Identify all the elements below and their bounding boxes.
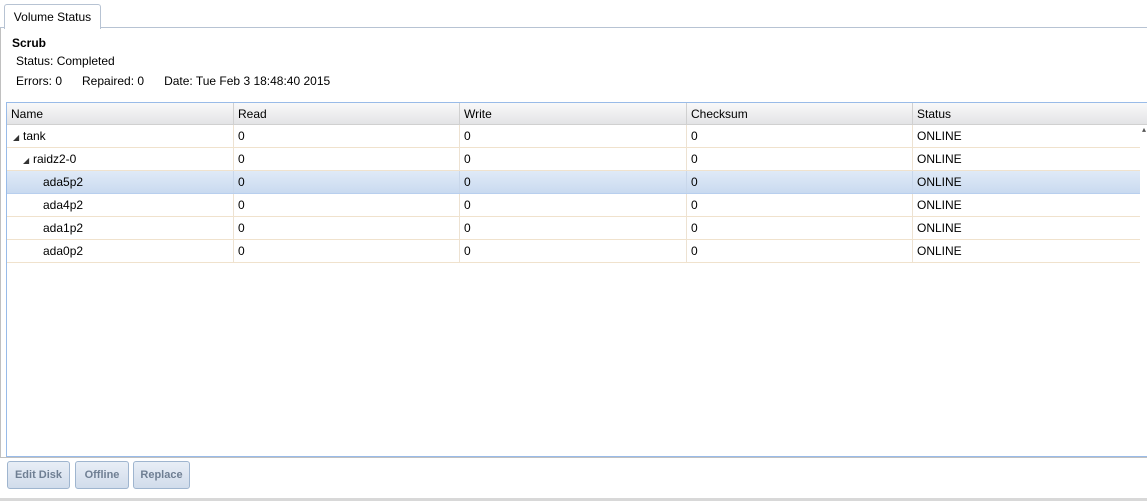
grid-header: Name Read Write Checksum Status <box>7 103 1147 125</box>
cell-name: ada1p2 <box>7 217 234 239</box>
tree-node-label: raidz2-0 <box>33 152 77 166</box>
cell-read: 0 <box>234 240 460 262</box>
cell-status: ONLINE <box>917 221 962 235</box>
cell-name: ada4p2 <box>7 194 234 216</box>
tree-node-label: ada4p2 <box>43 198 84 212</box>
tree-node-label: ada5p2 <box>43 175 84 189</box>
replace-button[interactable]: Replace <box>133 461 190 489</box>
cell-read: 0 <box>234 125 460 147</box>
cell-write: 0 <box>460 125 687 147</box>
scrub-date: Date: Tue Feb 3 18:48:40 2015 <box>164 74 331 88</box>
scrub-title: Scrub <box>12 36 47 50</box>
cell-name: ada5p2 <box>7 171 234 193</box>
column-header-write[interactable]: Write <box>460 103 687 125</box>
table-row[interactable]: ada1p2 0 0 0 ONLINE <box>7 217 1140 240</box>
cell-write: 0 <box>460 171 687 193</box>
cell-status: ONLINE <box>917 129 962 143</box>
table-row[interactable]: ◢ raidz2-0 0 0 0 ONLINE <box>7 148 1140 171</box>
table-row[interactable]: ◢ tank 0 0 0 ONLINE <box>7 125 1140 148</box>
cell-read: 0 <box>234 217 460 239</box>
cell-name: ◢ raidz2-0 <box>7 148 234 170</box>
cell-read: 0 <box>234 194 460 216</box>
cell-name: ada0p2 <box>7 240 234 262</box>
scrub-details: Errors: 0 Repaired: 0 Date: Tue Feb 3 18:4… <box>16 74 350 88</box>
table-row[interactable]: ada4p2 0 0 0 ONLINE <box>7 194 1140 217</box>
cell-checksum: 0 <box>687 240 913 262</box>
cell-checksum: 0 <box>687 217 913 239</box>
tab-strip: Volume Status <box>0 0 1147 29</box>
tree-node-label: ada1p2 <box>43 221 84 235</box>
table-row[interactable]: ada5p2 0 0 0 ONLINE <box>7 171 1140 194</box>
cell-write: 0 <box>460 148 687 170</box>
cell-write: 0 <box>460 217 687 239</box>
cell-checksum: 0 <box>687 171 913 193</box>
column-header-checksum[interactable]: Checksum <box>687 103 913 125</box>
cell-status: ONLINE <box>917 244 962 258</box>
scrub-repaired: Repaired: 0 <box>82 74 145 88</box>
cell-checksum: 0 <box>687 125 913 147</box>
cell-read: 0 <box>234 148 460 170</box>
scrub-errors: Errors: 0 <box>16 74 63 88</box>
volume-grid: Name Read Write Checksum Status ◢ tank 0 0 0… <box>6 102 1147 457</box>
offline-button[interactable]: Offline <box>75 461 129 489</box>
edit-disk-button[interactable]: Edit Disk <box>7 461 70 489</box>
tree-node-label: ada0p2 <box>43 244 84 258</box>
vertical-scrollbar[interactable] <box>1140 125 1147 456</box>
cell-read: 0 <box>234 171 460 193</box>
table-row[interactable]: ada0p2 0 0 0 ONLINE <box>7 240 1140 263</box>
column-header-status[interactable]: Status <box>913 103 1147 125</box>
cell-name: ◢ tank <box>7 125 234 147</box>
scrub-status: Status: Completed <box>16 54 115 68</box>
tab-volume-status[interactable]: Volume Status <box>4 4 101 29</box>
scroll-up-arrow-icon[interactable]: ▴ <box>1142 125 1146 134</box>
tree-expand-icon[interactable]: ◢ <box>13 127 23 147</box>
tree-expand-icon[interactable]: ◢ <box>23 150 33 170</box>
tree-node-label: tank <box>23 129 46 143</box>
cell-checksum: 0 <box>687 148 913 170</box>
cell-checksum: 0 <box>687 194 913 216</box>
cell-status: ONLINE <box>917 198 962 212</box>
cell-write: 0 <box>460 240 687 262</box>
cell-write: 0 <box>460 194 687 216</box>
column-header-read[interactable]: Read <box>234 103 460 125</box>
cell-status: ONLINE <box>917 152 962 166</box>
bottom-toolbar: Edit Disk Offline Replace <box>0 457 1147 501</box>
column-header-name[interactable]: Name <box>7 103 234 125</box>
cell-status: ONLINE <box>917 175 962 189</box>
